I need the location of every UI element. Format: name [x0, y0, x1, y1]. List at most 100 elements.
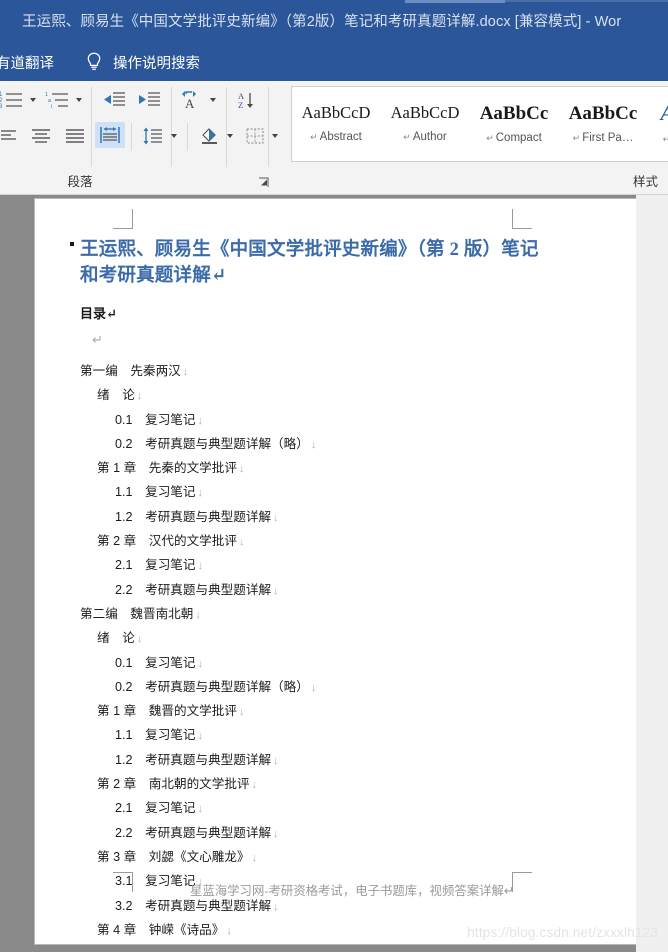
increase-indent-button[interactable] [133, 87, 165, 113]
line-spacing-dropdown[interactable] [167, 123, 181, 149]
line-spacing-button[interactable] [138, 123, 168, 149]
multilevel-list-icon: 1 a i [45, 92, 68, 110]
word-window: 王运熙、顾易生《中国文学批评史新编》（第2版）笔记和考研真题详解.docx [兼… [0, 0, 668, 952]
lightbulb-icon [87, 52, 101, 70]
pilcrow-icon: ↓ [273, 827, 279, 840]
asian-layout-button[interactable]: A [178, 87, 208, 113]
toc-entry[interactable]: 2.1 复习笔记 ↓ [80, 554, 580, 578]
ribbon: 1 2 3 1 a i A A Z 段落 AaBbCcD ↵ Abstract … [0, 81, 668, 195]
pilcrow-icon: ↵ [403, 131, 411, 142]
chevron-down-icon [227, 134, 233, 138]
toc-entry[interactable]: 第 3 章 刘勰《文心雕龙》 ↓ [80, 846, 580, 870]
toc-entry[interactable]: 0.1 复习笔记 ↓ [80, 409, 580, 433]
toc-entry[interactable]: 第 2 章 南北朝的文学批评 ↓ [80, 773, 580, 797]
toc-entry[interactable]: 第一编 先秦两汉 ↓ [80, 360, 580, 384]
pilcrow-icon: ↓ [238, 706, 245, 719]
align-left-button[interactable] [0, 123, 22, 149]
paragraph-group-label: 段落 [67, 175, 93, 189]
youdao-translate-button[interactable]: 有道翻译 [0, 52, 54, 73]
borders-button[interactable] [240, 123, 270, 149]
toc-entry[interactable]: 1.1 复习笔记 ↓ [80, 724, 580, 748]
toc-entry[interactable]: 1.2 考研真题与典型题详解 ↓ [80, 749, 580, 773]
style-label: ↵ [663, 133, 668, 145]
ribbon-divider [187, 123, 188, 151]
document-body[interactable]: 王运熙、顾易生《中国文学批评史新编》（第 2 版）笔记和考研真题详解↵ 目录↵ … [80, 237, 580, 943]
numbering-dropdown[interactable] [26, 87, 40, 113]
pilcrow-icon: ↓ [310, 681, 317, 694]
style-item-author[interactable]: AaBbCcD ↵ Author [381, 87, 470, 161]
pilcrow-icon: ↓ [273, 754, 279, 767]
asian-layout-dropdown[interactable] [206, 87, 220, 113]
chevron-down-icon [171, 134, 177, 138]
style-preview-text: AaBbCc [568, 103, 638, 124]
pilcrow-icon: ↓ [273, 900, 279, 913]
align-justify-button[interactable] [60, 123, 90, 149]
vertical-scrollbar[interactable] [636, 195, 668, 952]
styles-gallery[interactable]: AaBbCcD ↵ Abstract AaBbCcD ↵ Author AaBbCc… [291, 86, 668, 162]
toc-entry[interactable]: 0.2 考研真题与典型题详解（略） ↓ [80, 433, 580, 457]
asian-layout-icon: A [182, 91, 196, 110]
document-page[interactable]: 王运熙、顾易生《中国文学批评史新编》（第 2 版）笔记和考研真题详解↵ 目录↵ … [35, 199, 636, 944]
tab-strip-edge [505, 0, 668, 2]
multilevel-list-dropdown[interactable] [72, 87, 86, 113]
increase-indent-icon [139, 92, 160, 106]
watermark: https://blog.csdn.net/zxxxlh123 [467, 925, 658, 940]
style-preview-text: AaBbCcD [390, 103, 460, 123]
numbered-list-icon: 1 2 3 [0, 92, 22, 110]
pilcrow-icon: ↓ [238, 463, 245, 476]
document-heading: 王运熙、顾易生《中国文学批评史新编》（第 2 版）笔记和考研真题详解↵ [80, 240, 539, 286]
pilcrow-icon: ↓ [226, 924, 232, 937]
pilcrow-icon: ↓ [197, 803, 203, 816]
chevron-down-icon [210, 98, 216, 102]
toc-entry[interactable]: 2.1 复习笔记 ↓ [80, 797, 580, 821]
shading-button[interactable] [194, 123, 224, 149]
pilcrow-icon: ↓ [238, 536, 245, 549]
numbering-button[interactable]: 1 2 3 [0, 87, 28, 113]
page-footer: 星蓝海学习网-考研资格考试，电子书题库，视频答案详解↵ [190, 884, 515, 898]
borders-dropdown[interactable] [268, 123, 282, 149]
pilcrow-icon: ↓ [273, 511, 279, 524]
shading-dropdown[interactable] [223, 123, 237, 149]
tell-me-search-label[interactable]: 操作说明搜索 [113, 52, 200, 73]
style-label: ↵ Author [403, 131, 446, 143]
tell-me-row: 有道翻译 操作说明搜索 [0, 42, 668, 81]
pilcrow-icon: ↵ [310, 131, 318, 142]
multilevel-list-button[interactable]: 1 a i [40, 87, 74, 113]
document-canvas: 王运熙、顾易生《中国文学批评史新编》（第 2 版）笔记和考研真题详解↵ 目录↵ … [0, 195, 668, 952]
pilcrow-icon: ↓ [182, 366, 189, 378]
toc-entry[interactable]: 绪 论 ↓ [80, 384, 580, 408]
svg-text:Z: Z [238, 100, 243, 110]
chevron-down-icon [30, 98, 36, 102]
toc-entry[interactable]: 0.2 考研真题与典型题详解（略） ↓ [80, 676, 580, 700]
toc-entry[interactable]: 2.2 考研真题与典型题详解 ↓ [80, 579, 580, 603]
svg-text:i: i [51, 104, 52, 110]
paragraph-dialog-launcher-icon[interactable] [258, 177, 270, 189]
toc-entry[interactable]: 第 1 章 先秦的文学批评 ↓ [80, 457, 580, 481]
align-center-button[interactable] [26, 123, 56, 149]
styles-group-label: 样式 [632, 175, 658, 189]
style-name-text: Author [412, 130, 447, 143]
toc-entry[interactable]: 1.1 复习笔记 ↓ [80, 481, 580, 505]
distributed-align-button[interactable] [95, 122, 125, 148]
pilcrow-icon: ↓ [197, 657, 203, 670]
toc-entry[interactable]: 1.2 考研真题与典型题详解 ↓ [80, 506, 580, 530]
decrease-indent-button[interactable] [98, 87, 130, 113]
style-label: ↵ Compact [486, 132, 542, 144]
style-item-abstract[interactable]: AaBbCcD ↵ Abstract [292, 87, 381, 161]
style-item-compact[interactable]: AaBbCc ↵ Compact [470, 87, 559, 161]
toc-entry[interactable]: 2.2 考研真题与典型题详解 ↓ [80, 822, 580, 846]
pilcrow-icon: ↓ [251, 779, 258, 792]
toc-entry[interactable]: 第 1 章 魏晋的文学批评 ↓ [80, 700, 580, 724]
style-label: ↵ Abstract [310, 131, 362, 143]
pilcrow-icon: ↓ [197, 560, 203, 573]
toc-entry[interactable]: 0.1 复习笔记 ↓ [80, 652, 580, 676]
style-item-partial[interactable]: A ↵ [648, 87, 668, 161]
style-item-first-paragraph[interactable]: AaBbCc ↵ First Pa… [559, 87, 648, 161]
title-bar: 王运熙、顾易生《中国文学批评史新编》（第2版）笔记和考研真题详解.docx [兼… [0, 0, 668, 42]
sort-button[interactable]: A Z [233, 87, 263, 113]
distributed-align-icon [100, 127, 120, 143]
toc-entry[interactable]: 绪 论 ↓ [80, 627, 580, 651]
toc-entry[interactable]: 第二编 魏晋南北朝 ↓ [80, 603, 580, 627]
toc-entry[interactable]: 第 2 章 汉代的文学批评 ↓ [80, 530, 580, 554]
pilcrow-icon: ↓ [136, 390, 143, 403]
